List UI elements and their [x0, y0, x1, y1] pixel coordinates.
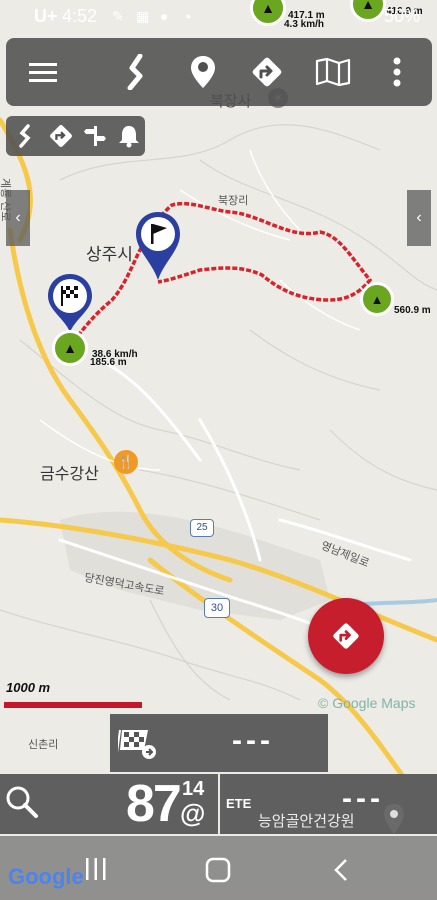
recent-apps-button[interactable]: [82, 856, 110, 882]
directions-small-button[interactable]: [44, 116, 78, 156]
map-button[interactable]: [298, 38, 368, 106]
map-label-village-north: 북장리: [218, 195, 249, 207]
chat-icon: ●: [160, 8, 169, 24]
directions-small-icon: [50, 125, 72, 147]
home-icon: [205, 857, 231, 883]
directions-icon: [333, 623, 359, 649]
right-panel-tab[interactable]: ‹: [407, 190, 431, 246]
scale-bar: [4, 702, 142, 708]
route-button[interactable]: [100, 38, 170, 106]
chevron-left-icon: ‹: [15, 209, 21, 226]
carrier-label: U+: [34, 6, 58, 26]
map-label-village-southwest: 신촌리: [28, 739, 59, 751]
top-toolbar: [6, 38, 432, 106]
map-pin-icon: [382, 802, 406, 836]
chevron-left-icon: ‹: [416, 209, 422, 226]
back-button[interactable]: [330, 856, 354, 884]
dot-icon: •: [186, 8, 191, 24]
google-logo: Google: [8, 864, 84, 889]
recent-apps-icon: [86, 858, 106, 880]
system-navigation-bar: Google: [0, 836, 437, 900]
directions-button[interactable]: [232, 38, 302, 106]
navigate-fab-button[interactable]: [308, 598, 384, 674]
speed-main-value: 87: [126, 775, 182, 833]
route-small-icon: [19, 124, 31, 148]
destination-value: ---: [232, 724, 274, 757]
menu-icon: [29, 63, 57, 82]
menu-button[interactable]: [8, 38, 78, 106]
notification-icon: ✎: [112, 8, 124, 24]
map-icon: [315, 57, 351, 87]
map-label-city: 상주시: [86, 245, 133, 264]
location-pin-icon: [191, 56, 215, 88]
destination-panel[interactable]: ---: [110, 714, 328, 772]
status-time: 4:52: [62, 6, 98, 26]
route-icon: [127, 54, 143, 90]
speed-panel: 87 14 @: [0, 774, 218, 834]
mountain-icon: ▲: [63, 340, 77, 356]
start-flag-marker[interactable]: [46, 272, 94, 334]
map-label-mountain: 금수강산: [40, 466, 99, 483]
google-maps-credit[interactable]: © Google Maps: [318, 695, 415, 711]
directions-icon: [252, 57, 282, 87]
ete-label: ETE: [226, 796, 252, 811]
back-icon: [334, 859, 347, 881]
speed-unit: @: [180, 798, 206, 828]
more-vert-icon: [393, 57, 401, 87]
restaurant-pin-icon: 🍴: [114, 450, 138, 474]
more-options-button[interactable]: [362, 38, 432, 106]
waypoint-marker-east[interactable]: ▲: [360, 282, 394, 316]
alerts-button[interactable]: [112, 116, 146, 156]
navigation-mini-toolbar: [6, 116, 145, 156]
home-button[interactable]: [204, 856, 232, 884]
left-panel-tab[interactable]: ‹: [6, 190, 30, 246]
status-bar: U+ 4:52 ✎ ▦ ● • 50%: [0, 0, 437, 34]
checkered-flag-icon: [118, 729, 156, 759]
destination-flag-marker[interactable]: [134, 210, 182, 282]
road-shield-25: 25: [190, 519, 214, 537]
waypoint-east-dist: 560.9 m: [394, 305, 431, 316]
scale-label: 1000 m: [6, 680, 51, 695]
mountain-icon: ▲: [370, 291, 384, 307]
bell-icon: [119, 126, 139, 148]
search-icon: [6, 786, 38, 818]
route-small-button[interactable]: [8, 116, 42, 156]
calendar-icon: ▦: [136, 8, 150, 24]
waypoint-marker-west[interactable]: ▲: [52, 330, 88, 366]
location-button[interactable]: [168, 38, 238, 106]
battery-label: 50%: [384, 6, 421, 26]
search-button[interactable]: [4, 784, 44, 824]
map-label-park: 능암골안건강원: [258, 813, 355, 830]
waypoint-west-dist: 185.6 m: [90, 357, 127, 368]
road-shield-30: 30: [204, 598, 230, 618]
signpost-icon: [84, 126, 106, 146]
signpost-button[interactable]: [78, 116, 112, 156]
